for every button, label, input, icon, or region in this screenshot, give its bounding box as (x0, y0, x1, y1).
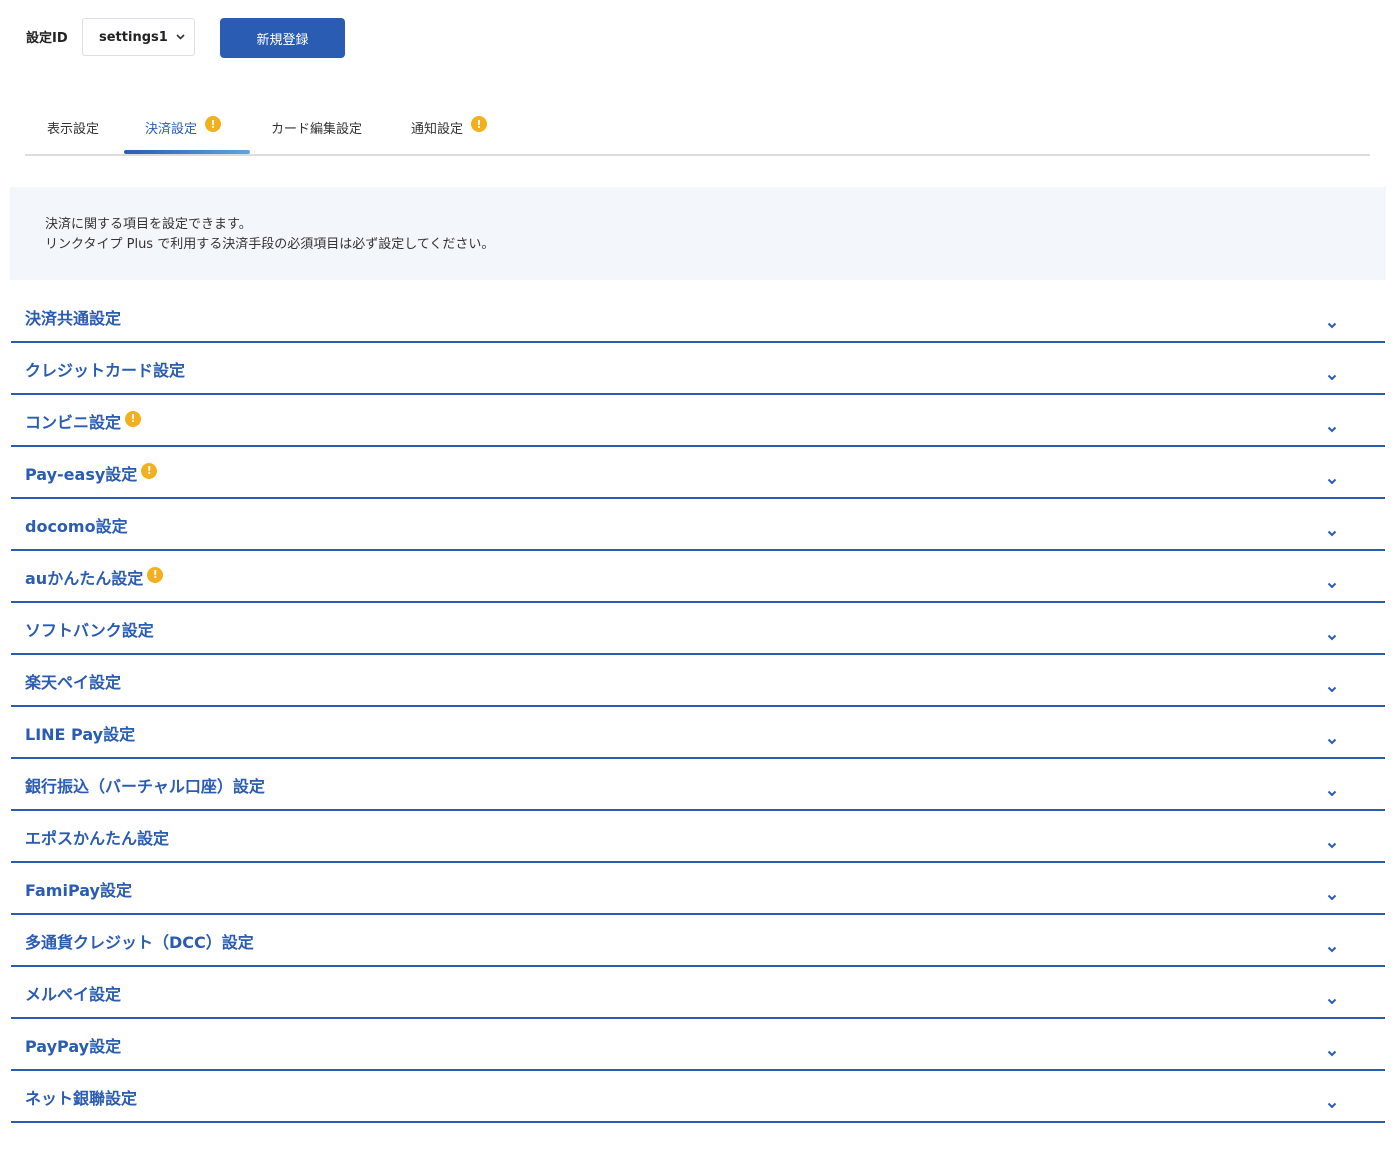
accordion-label: PayPay設定 (25, 1036, 122, 1056)
info-box: 決済に関する項目を設定できます。 リンクタイプ Plus で利用する決済手段の必… (10, 187, 1386, 280)
warning-icon: ! (471, 116, 488, 132)
chevron-down-icon (1327, 782, 1337, 796)
active-tab-indicator (124, 150, 250, 154)
info-line: リンクタイプ Plus で利用する決済手段の必須項目は必ず設定してください。 (45, 237, 495, 252)
chevron-down-icon (1327, 938, 1337, 952)
accordion-label: ソフトバンク設定 (25, 620, 154, 640)
tab-notification-settings[interactable]: 通知設定 ! (411, 100, 488, 154)
tab-card-edit-settings[interactable]: カード編集設定 (271, 100, 362, 154)
accordion-bank-transfer-virtual[interactable]: 銀行振込（バーチャル口座）設定 (11, 760, 1385, 811)
chevron-down-icon (1327, 366, 1337, 380)
accordion-pay-easy[interactable]: Pay-easy設定 ! (11, 448, 1385, 499)
chevron-down-icon (1327, 1094, 1337, 1108)
accordion-label: クレジットカード設定 (25, 360, 186, 380)
accordion-net-unionpay[interactable]: ネット銀聯設定 (11, 1072, 1385, 1123)
tab-display-settings[interactable]: 表示設定 (47, 100, 99, 154)
tab-label: カード編集設定 (271, 121, 363, 137)
accordion-label: コンビニ設定 (25, 412, 122, 432)
accordion-label: LINE Pay設定 (25, 724, 136, 744)
chevron-down-icon (1327, 522, 1337, 536)
warning-icon: ! (147, 566, 164, 583)
setting-id-value: settings1 (99, 29, 168, 45)
register-button[interactable]: 新規登録 (220, 18, 345, 58)
warning-icon: ! (141, 462, 158, 479)
chevron-down-icon (1327, 314, 1337, 328)
tab-label: 決済設定 (145, 121, 198, 137)
accordion-label: 多通貨クレジット（DCC）設定 (25, 932, 254, 952)
chevron-down-icon (1327, 470, 1337, 484)
warning-icon: ! (205, 116, 222, 132)
accordion-label: 決済共通設定 (25, 308, 122, 328)
accordion-label: FamiPay設定 (25, 880, 132, 900)
accordion-common-payment[interactable]: 決済共通設定 (11, 292, 1385, 343)
top-bar: 設定ID settings1 新規登録 (0, 0, 1396, 80)
accordion-famipay[interactable]: FamiPay設定 (11, 864, 1385, 915)
chevron-down-icon (1327, 886, 1337, 900)
accordion-label: 楽天ペイ設定 (25, 672, 122, 692)
chevron-down-icon (1327, 626, 1337, 640)
accordion-merpay[interactable]: メルペイ設定 (11, 968, 1385, 1019)
accordion-credit-card[interactable]: クレジットカード設定 (11, 344, 1385, 395)
chevron-down-icon (1327, 418, 1337, 432)
chevron-down-icon (1327, 678, 1337, 692)
chevron-down-icon (1327, 574, 1337, 588)
tab-payment-settings[interactable]: 決済設定 ! (145, 100, 222, 154)
accordion-label: docomo設定 (25, 516, 128, 536)
chevron-down-icon (176, 32, 186, 42)
chevron-down-icon (1327, 1042, 1337, 1056)
tab-label: 表示設定 (47, 121, 100, 137)
accordion-epos-kantan[interactable]: エポスかんたん設定 (11, 812, 1385, 863)
accordion-convenience-store[interactable]: コンビニ設定 ! (11, 396, 1385, 447)
accordion-label: Pay-easy設定 (25, 464, 138, 484)
info-line: 決済に関する項目を設定できます。 (45, 217, 252, 232)
chevron-down-icon (1327, 990, 1337, 1004)
accordion-docomo[interactable]: docomo設定 (11, 500, 1385, 551)
chevron-down-icon (1327, 730, 1337, 744)
accordion-paypay[interactable]: PayPay設定 (11, 1020, 1385, 1071)
accordion-label: auかんたん設定 (25, 568, 144, 588)
settings-tabs: 表示設定 決済設定 ! カード編集設定 通知設定 ! (25, 100, 1370, 156)
accordion-label: ネット銀聯設定 (25, 1088, 138, 1108)
accordion-rakuten-pay[interactable]: 楽天ペイ設定 (11, 656, 1385, 707)
chevron-down-icon (1327, 834, 1337, 848)
accordion-au-kantan[interactable]: auかんたん設定 ! (11, 552, 1385, 603)
accordion-label: 銀行振込（バーチャル口座）設定 (25, 776, 265, 796)
payment-settings-accordion: 決済共通設定 クレジットカード設定 コンビニ設定 ! Pay-easy設定 ! … (11, 292, 1385, 1123)
tab-label: 通知設定 (411, 121, 464, 137)
warning-icon: ! (125, 410, 142, 427)
accordion-label: エポスかんたん設定 (25, 828, 170, 848)
accordion-line-pay[interactable]: LINE Pay設定 (11, 708, 1385, 759)
setting-id-label: 設定ID (26, 31, 68, 46)
setting-id-select[interactable]: settings1 (82, 18, 195, 56)
accordion-softbank[interactable]: ソフトバンク設定 (11, 604, 1385, 655)
accordion-dcc-credit[interactable]: 多通貨クレジット（DCC）設定 (11, 916, 1385, 967)
accordion-label: メルペイ設定 (25, 984, 122, 1004)
